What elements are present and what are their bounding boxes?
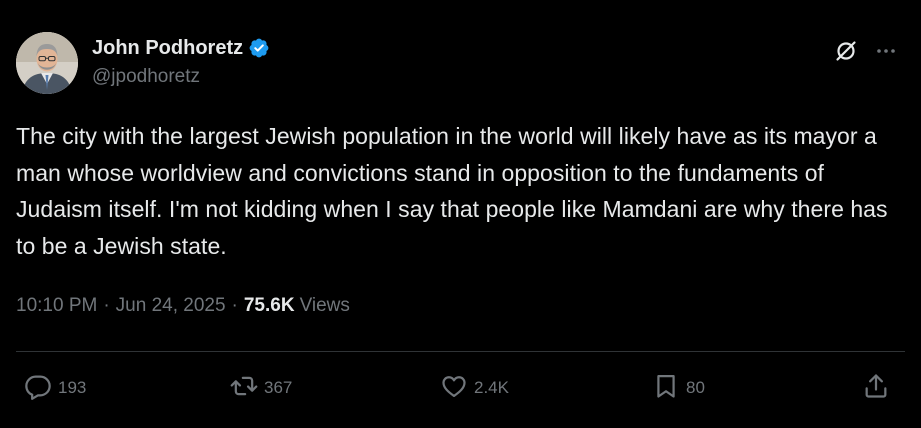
tweet-card: John Podhoretz @jpodhoretz The city with… [0,0,921,428]
reply-count: 193 [58,378,87,397]
handle[interactable]: @jpodhoretz [92,66,270,88]
tweet-date[interactable]: Jun 24, 2025 [116,295,226,317]
heart-icon [440,372,468,405]
repost-icon [230,372,258,405]
reply-icon [24,372,52,405]
views-count: 75.6K [243,295,295,316]
views-label: Views [299,295,350,316]
more-icon[interactable] [873,38,899,64]
repost-button[interactable]: 367 [230,368,292,408]
bookmark-icon [652,372,680,405]
reply-button[interactable]: 193 [24,368,86,408]
tweet-meta: 10:10 PM · Jun 24, 2025 · 75.6K Views [16,295,350,317]
tweet-time[interactable]: 10:10 PM [16,295,97,317]
header-actions [833,38,899,64]
repost-count: 367 [264,378,293,397]
like-count: 2.4K [474,378,509,397]
divider [16,351,905,352]
author-block: John Podhoretz @jpodhoretz [92,35,270,88]
display-name[interactable]: John Podhoretz [92,37,243,60]
meta-separator: · [231,295,238,316]
like-button[interactable]: 2.4K [440,368,509,408]
meta-separator: · [103,295,110,316]
tweet-text: The city with the largest Jewish populat… [16,123,888,259]
share-icon [862,372,890,405]
bookmark-count: 80 [686,378,705,397]
tweet-header: John Podhoretz @jpodhoretz [16,32,905,94]
avatar[interactable] [16,32,78,94]
verified-badge-icon[interactable] [248,37,270,59]
share-button[interactable] [862,368,890,408]
action-bar: 193 367 2.4K 80 [16,368,905,408]
grok-icon[interactable] [833,38,859,64]
bookmark-button[interactable]: 80 [652,368,705,408]
